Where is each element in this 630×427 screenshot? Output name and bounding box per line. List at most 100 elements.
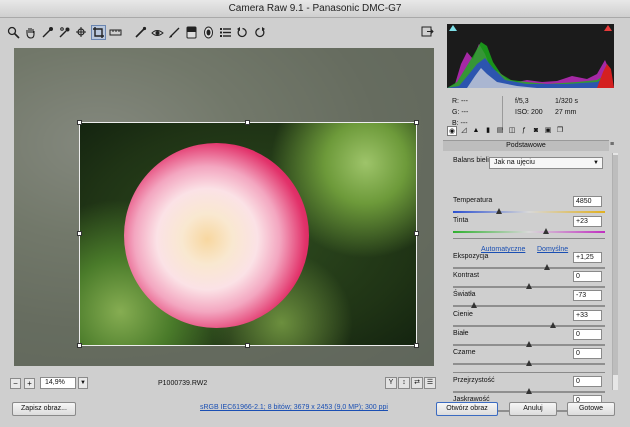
- highlights-slider-row: Światła -73: [453, 290, 605, 310]
- white-balance-label: Balans bieli:: [453, 157, 491, 164]
- zoom-out-button[interactable]: −: [10, 377, 21, 389]
- zoom-level-field[interactable]: 14,9%: [40, 377, 76, 389]
- shadows-slider-track[interactable]: [453, 325, 605, 327]
- crop-handle-right[interactable]: [414, 231, 419, 236]
- crop-area[interactable]: [79, 122, 417, 346]
- shadows-slider-knob[interactable]: [550, 322, 557, 328]
- rotate-ccw-icon[interactable]: [235, 25, 250, 40]
- preferences-icon[interactable]: [218, 25, 233, 40]
- divider: [453, 372, 605, 373]
- tint-slider-track[interactable]: [453, 231, 605, 233]
- contrast-value-field[interactable]: 0: [573, 271, 602, 282]
- open-in-photoshop-icon[interactable]: [421, 25, 436, 40]
- hand-icon[interactable]: [23, 25, 38, 40]
- compare-toggle-icon[interactable]: ↕: [398, 377, 410, 389]
- blacks-label: Czarne: [453, 349, 476, 356]
- tint-value-field[interactable]: +23: [573, 216, 602, 227]
- exposure-slider-track[interactable]: [453, 267, 605, 269]
- crop-handle-left[interactable]: [77, 231, 82, 236]
- highlights-slider-knob[interactable]: [471, 302, 478, 308]
- graduated-filter-icon[interactable]: [184, 25, 199, 40]
- contrast-slider-row: Kontrast 0: [453, 271, 605, 291]
- effects-tab-icon[interactable]: ƒ: [519, 126, 529, 136]
- crop-handle-bottom-left[interactable]: [77, 343, 82, 348]
- crop-icon[interactable]: [91, 24, 106, 40]
- clarity-slider-knob[interactable]: [526, 388, 532, 394]
- clarity-label: Przejrzystość: [453, 377, 495, 384]
- whites-value-field[interactable]: 0: [573, 329, 602, 340]
- green-readout: G: ---: [452, 109, 469, 116]
- temperature-value-field[interactable]: 4850: [573, 196, 602, 207]
- scrollbar-thumb[interactable]: [613, 155, 618, 375]
- chevron-down-icon[interactable]: ▼: [78, 377, 88, 389]
- snapshots-tab-icon[interactable]: ❐: [555, 126, 565, 136]
- contrast-slider-knob[interactable]: [526, 283, 532, 289]
- auto-link[interactable]: Automatyczne: [481, 246, 525, 253]
- red-readout: R: ---: [452, 98, 468, 105]
- panel-menu-icon[interactable]: ≡: [610, 141, 614, 148]
- crop-handle-bottom-right[interactable]: [414, 343, 419, 348]
- split-toning-tab-icon[interactable]: ▤: [495, 126, 505, 136]
- exposure-value-field[interactable]: +1,25: [573, 252, 602, 263]
- right-panel: R: --- G: --- B: --- f/5,3 1/320 s ISO: 2…: [443, 22, 618, 413]
- whites-label: Białe: [453, 330, 469, 337]
- temperature-slider-track[interactable]: [453, 211, 605, 213]
- exposure-label: Ekspozycja: [453, 253, 489, 260]
- swap-icon[interactable]: ⇄: [411, 377, 423, 389]
- shadows-value-field[interactable]: +33: [573, 310, 602, 321]
- lens-corrections-tab-icon[interactable]: ◫: [507, 126, 517, 136]
- color-sampler-icon[interactable]: [57, 25, 72, 40]
- adjustment-brush-icon[interactable]: [167, 25, 182, 40]
- tint-slider-row: Tinta +23: [453, 216, 605, 236]
- white-balance-select[interactable]: Jak na ujęciu ▼: [489, 157, 603, 169]
- filter-icon[interactable]: Y: [385, 377, 397, 389]
- crop-handle-top-left[interactable]: [77, 120, 82, 125]
- before-after-icon[interactable]: ☰: [424, 377, 436, 389]
- default-link[interactable]: Domyślne: [537, 246, 568, 253]
- targeted-adjustment-icon[interactable]: [74, 25, 89, 40]
- highlight-clipping-warning-icon[interactable]: [604, 24, 612, 31]
- blacks-value-field[interactable]: 0: [573, 348, 602, 359]
- white-balance-row: Balans bieli: Jak na ujęciu ▼: [453, 157, 607, 169]
- status-bar: − + 14,9% ▼ P1000739.RW2 Y ↕ ⇄ ☰: [10, 376, 438, 390]
- clarity-slider-row: Przejrzystość 0: [453, 376, 605, 396]
- detail-tab-icon[interactable]: ▲: [471, 126, 481, 136]
- panel-tabs: ◉ ◿ ▲ ▮ ▤ ◫ ƒ ◙ ▣ ❐: [443, 124, 618, 138]
- crop-handle-bottom[interactable]: [245, 343, 250, 348]
- rotate-cw-icon[interactable]: [252, 25, 267, 40]
- tone-curve-tab-icon[interactable]: ◿: [459, 126, 469, 136]
- crop-handle-top-right[interactable]: [414, 120, 419, 125]
- panel-title: Podstawowe: [443, 140, 609, 151]
- whites-slider-knob[interactable]: [526, 341, 532, 347]
- basic-tab-icon[interactable]: ◉: [447, 126, 457, 136]
- open-image-button[interactable]: Otwórz obraz: [436, 402, 498, 416]
- workflow-options-link[interactable]: sRGB IEC61966-2.1; 8 bitów; 3679 x 2453 …: [200, 404, 388, 411]
- window-title: Camera Raw 9.1 - Panasonic DMC-G7: [0, 0, 630, 18]
- focal-length: 27 mm: [555, 109, 577, 116]
- straighten-icon[interactable]: [108, 25, 123, 40]
- hsl-tab-icon[interactable]: ▮: [483, 126, 493, 136]
- exposure-slider-knob[interactable]: [544, 264, 551, 270]
- white-balance-icon[interactable]: [40, 25, 55, 40]
- crop-handle-top[interactable]: [245, 120, 250, 125]
- radial-filter-icon[interactable]: [201, 25, 216, 40]
- blacks-slider-knob[interactable]: [526, 360, 532, 366]
- presets-tab-icon[interactable]: ▣: [543, 126, 553, 136]
- spot-removal-icon[interactable]: [133, 25, 148, 40]
- highlights-label: Światła: [453, 291, 476, 298]
- shutter-speed: 1/320 s: [555, 98, 578, 105]
- temperature-slider-knob[interactable]: [495, 208, 502, 214]
- clarity-value-field[interactable]: 0: [573, 376, 602, 387]
- zoom-in-button[interactable]: +: [24, 377, 35, 389]
- tint-slider-knob[interactable]: [542, 228, 549, 234]
- red-eye-icon[interactable]: [150, 25, 165, 40]
- panel-scrollbar[interactable]: [612, 153, 618, 390]
- zoom-icon[interactable]: [6, 25, 21, 40]
- save-image-button[interactable]: Zapisz obraz...: [12, 402, 76, 416]
- done-button[interactable]: Gotowe: [567, 402, 615, 416]
- camera-calibration-tab-icon[interactable]: ◙: [531, 126, 541, 136]
- chevron-down-icon: ▼: [593, 160, 599, 166]
- highlights-value-field[interactable]: -73: [573, 290, 602, 301]
- cancel-button[interactable]: Anuluj: [509, 402, 557, 416]
- shadow-clipping-warning-icon[interactable]: [449, 24, 457, 31]
